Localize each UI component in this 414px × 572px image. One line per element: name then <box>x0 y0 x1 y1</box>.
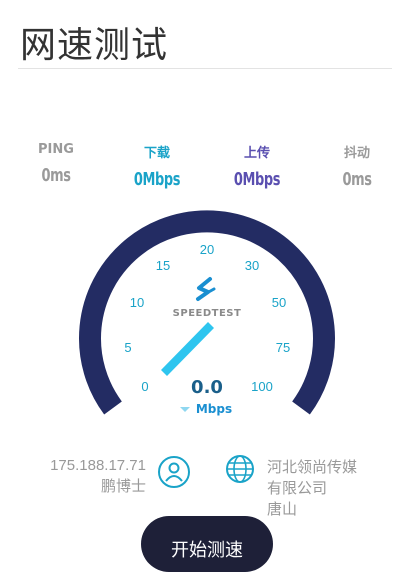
client-isp: 鹏博士 <box>100 478 146 495</box>
ping-value: 0ms <box>41 165 71 186</box>
current-speed-value: 0.0 <box>191 377 223 398</box>
metrics-row: PING 0ms 下载 0Mbps 上传 0Mbps 抖动 0ms <box>0 142 414 192</box>
title-divider <box>18 68 392 69</box>
user-icon <box>158 456 190 488</box>
scale-label-30: 30 <box>245 258 259 273</box>
server-info: 河北领尚传媒 有限公司 唐山 <box>267 457 357 520</box>
jitter-value: 0ms <box>342 169 372 190</box>
globe-icon <box>225 454 255 484</box>
current-speed-unit: Mbps <box>196 402 232 416</box>
gauge-needle <box>161 322 214 376</box>
server-location: 唐山 <box>267 501 298 518</box>
start-test-button[interactable]: 开始测速 <box>141 516 273 572</box>
scale-label-20: 20 <box>200 242 214 257</box>
client-info: 175.188.17.71 鹏博士 <box>50 455 146 497</box>
speedtest-logo-icon <box>196 277 216 301</box>
brand-label: SPEEDTEST <box>173 308 242 319</box>
upload-label: 上传 <box>243 146 270 161</box>
scale-label-50: 50 <box>272 295 286 310</box>
client-ip: 175.188.17.71 <box>50 457 146 474</box>
upload-value: 0Mbps <box>233 169 281 190</box>
ping-label: PING <box>38 142 74 157</box>
jitter-label: 抖动 <box>343 146 370 161</box>
server-name-line1: 河北领尚传媒 <box>267 459 358 476</box>
scale-label-15: 15 <box>156 258 170 273</box>
download-value: 0Mbps <box>133 169 181 190</box>
scale-label-0: 0 <box>141 379 148 394</box>
download-arrow-icon <box>180 407 190 412</box>
scale-label-75: 75 <box>276 340 290 355</box>
metric-upload: 上传 0Mbps <box>207 142 307 190</box>
scale-label-100: 100 <box>251 379 273 394</box>
metric-jitter: 抖动 0ms <box>307 142 407 190</box>
page-title: 网速测试 <box>20 25 169 66</box>
scale-label-10: 10 <box>130 295 144 310</box>
scale-label-5: 5 <box>124 340 131 355</box>
server-name-line2: 有限公司 <box>267 480 328 497</box>
metric-download: 下载 0Mbps <box>107 142 207 190</box>
metric-ping: PING 0ms <box>6 142 106 186</box>
speed-gauge: 0 5 10 15 20 30 50 75 100 SPEEDTEST 0.0 … <box>79 210 335 416</box>
download-label: 下载 <box>143 146 170 161</box>
